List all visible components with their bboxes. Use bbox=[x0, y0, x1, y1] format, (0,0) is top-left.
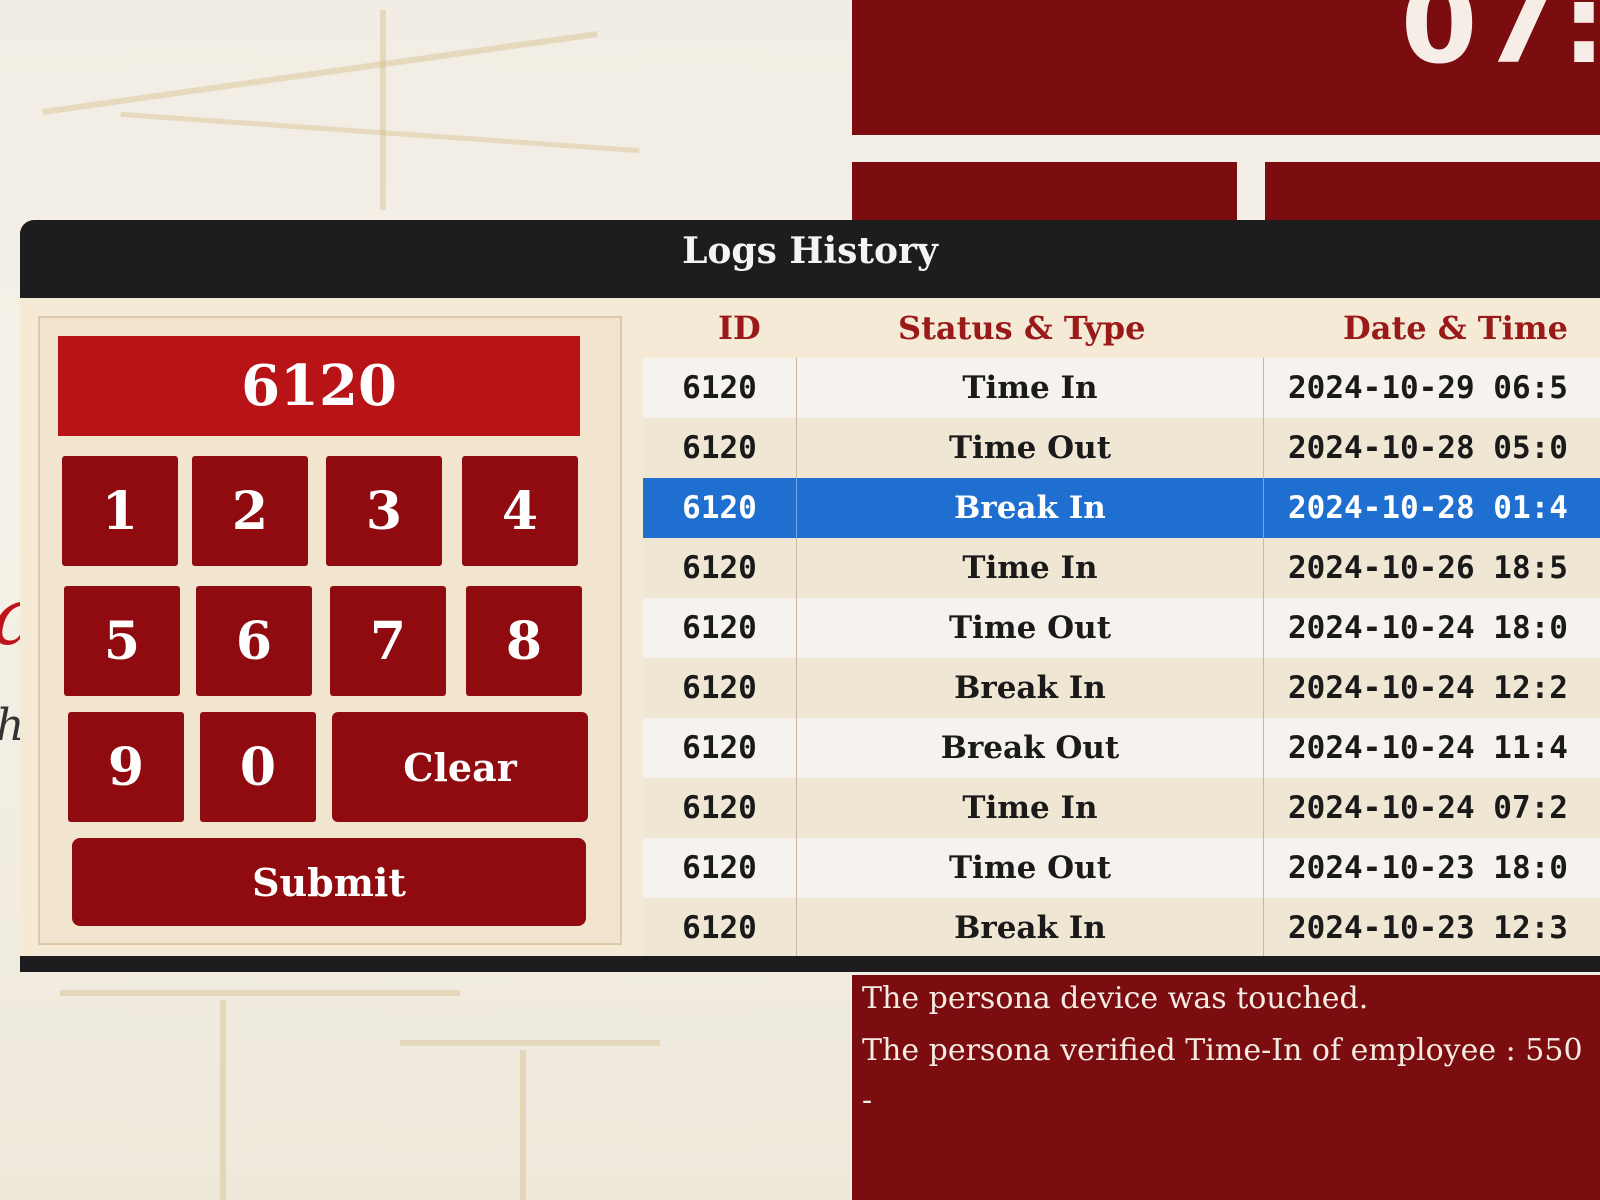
cell-status: Time In bbox=[797, 358, 1264, 418]
logs-history-modal: Logs History 6120 1 2 3 4 5 6 7 8 9 0 Cl… bbox=[20, 220, 1600, 972]
table-row[interactable]: 6120 Break Out 2024-10-24 11:4 bbox=[643, 718, 1600, 778]
modal-title: Logs History bbox=[682, 230, 938, 272]
cell-id: 6120 bbox=[643, 658, 797, 718]
cell-status: Break In bbox=[797, 478, 1264, 538]
cell-status: Time Out bbox=[797, 598, 1264, 658]
column-header-datetime: Date & Time bbox=[1343, 309, 1568, 347]
table-row[interactable]: 6120 Break In 2024-10-24 12:2 bbox=[643, 658, 1600, 718]
cell-id: 6120 bbox=[643, 478, 797, 538]
cell-id: 6120 bbox=[643, 538, 797, 598]
sketch-line bbox=[220, 1000, 226, 1200]
cell-datetime: 2024-10-26 18:5 bbox=[1288, 550, 1568, 586]
message-line: The persona verified Time-In of employee… bbox=[862, 1033, 1583, 1068]
cell-datetime: 2024-10-28 01:4 bbox=[1288, 490, 1568, 526]
cell-datetime: 2024-10-24 18:0 bbox=[1288, 610, 1568, 646]
cell-datetime: 2024-10-28 05:0 bbox=[1288, 430, 1568, 466]
table-row[interactable]: 6120 Time Out 2024-10-24 18:0 bbox=[643, 598, 1600, 658]
clock-time: 07: bbox=[1400, 0, 1600, 88]
cell-status: Break In bbox=[797, 658, 1264, 718]
sketch-line bbox=[520, 1050, 526, 1200]
cell-status: Break Out bbox=[797, 718, 1264, 778]
cell-id: 6120 bbox=[643, 598, 797, 658]
cell-datetime: 2024-10-29 06:5 bbox=[1288, 370, 1568, 406]
column-header-id: ID bbox=[718, 309, 761, 347]
cell-datetime: 2024-10-24 12:2 bbox=[1288, 670, 1568, 706]
message-line: The persona device was touched. bbox=[862, 981, 1369, 1016]
key-8-button[interactable]: 8 bbox=[466, 586, 582, 696]
logs-table: ID Status & Type Date & Time 6120 Time I… bbox=[643, 298, 1600, 956]
cell-datetime: 2024-10-23 12:3 bbox=[1288, 910, 1568, 946]
cell-id: 6120 bbox=[643, 418, 797, 478]
message-line: - bbox=[862, 1083, 873, 1118]
cell-id: 6120 bbox=[643, 778, 797, 838]
sketch-line bbox=[400, 1040, 660, 1046]
key-1-button[interactable]: 1 bbox=[62, 456, 178, 566]
key-2-button[interactable]: 2 bbox=[192, 456, 308, 566]
message-panel: The persona device was touched. The pers… bbox=[852, 975, 1600, 1200]
clock-panel: 07: bbox=[852, 0, 1600, 135]
key-3-button[interactable]: 3 bbox=[326, 456, 442, 566]
cell-id: 6120 bbox=[643, 838, 797, 898]
table-row[interactable]: 6120 Time In 2024-10-26 18:5 bbox=[643, 538, 1600, 598]
modal-body: 6120 1 2 3 4 5 6 7 8 9 0 Clear Submit ID… bbox=[20, 298, 1600, 956]
table-row[interactable]: 6120 Time In 2024-10-29 06:5 bbox=[643, 358, 1600, 418]
cell-datetime: 2024-10-23 18:0 bbox=[1288, 850, 1568, 886]
table-row-selected[interactable]: 6120 Break In 2024-10-28 01:4 bbox=[643, 478, 1600, 538]
submit-button[interactable]: Submit bbox=[72, 838, 586, 926]
cell-status: Time Out bbox=[797, 838, 1264, 898]
key-0-button[interactable]: 0 bbox=[200, 712, 316, 822]
clear-button[interactable]: Clear bbox=[332, 712, 588, 822]
key-7-button[interactable]: 7 bbox=[330, 586, 446, 696]
sketch-line bbox=[42, 31, 598, 115]
info-panel-left bbox=[852, 162, 1237, 222]
sketch-line bbox=[60, 990, 460, 996]
cell-datetime: 2024-10-24 07:2 bbox=[1288, 790, 1568, 826]
cell-status: Time In bbox=[797, 538, 1264, 598]
table-row[interactable]: 6120 Time In 2024-10-24 07:2 bbox=[643, 778, 1600, 838]
cell-datetime: 2024-10-24 11:4 bbox=[1288, 730, 1568, 766]
cell-status: Break In bbox=[797, 898, 1264, 956]
table-body: 6120 Time In 2024-10-29 06:5 6120 Time O… bbox=[643, 358, 1600, 956]
cell-id: 6120 bbox=[643, 358, 797, 418]
key-9-button[interactable]: 9 bbox=[68, 712, 184, 822]
modal-bottom-border bbox=[20, 956, 1600, 972]
cell-id: 6120 bbox=[643, 898, 797, 956]
key-4-button[interactable]: 4 bbox=[462, 456, 578, 566]
table-row[interactable]: 6120 Break In 2024-10-23 12:3 bbox=[643, 898, 1600, 956]
keypad-panel: 6120 1 2 3 4 5 6 7 8 9 0 Clear Submit bbox=[38, 316, 622, 945]
key-5-button[interactable]: 5 bbox=[64, 586, 180, 696]
info-panel-right bbox=[1265, 162, 1600, 222]
sketch-line bbox=[380, 10, 386, 210]
table-row[interactable]: 6120 Time Out 2024-10-23 18:0 bbox=[643, 838, 1600, 898]
employee-id-display: 6120 bbox=[58, 336, 580, 436]
table-row[interactable]: 6120 Time Out 2024-10-28 05:0 bbox=[643, 418, 1600, 478]
table-header: ID Status & Type Date & Time bbox=[643, 298, 1600, 358]
column-header-status: Status & Type bbox=[898, 309, 1146, 347]
cell-id: 6120 bbox=[643, 718, 797, 778]
key-6-button[interactable]: 6 bbox=[196, 586, 312, 696]
cell-status: Time Out bbox=[797, 418, 1264, 478]
cell-status: Time In bbox=[797, 778, 1264, 838]
